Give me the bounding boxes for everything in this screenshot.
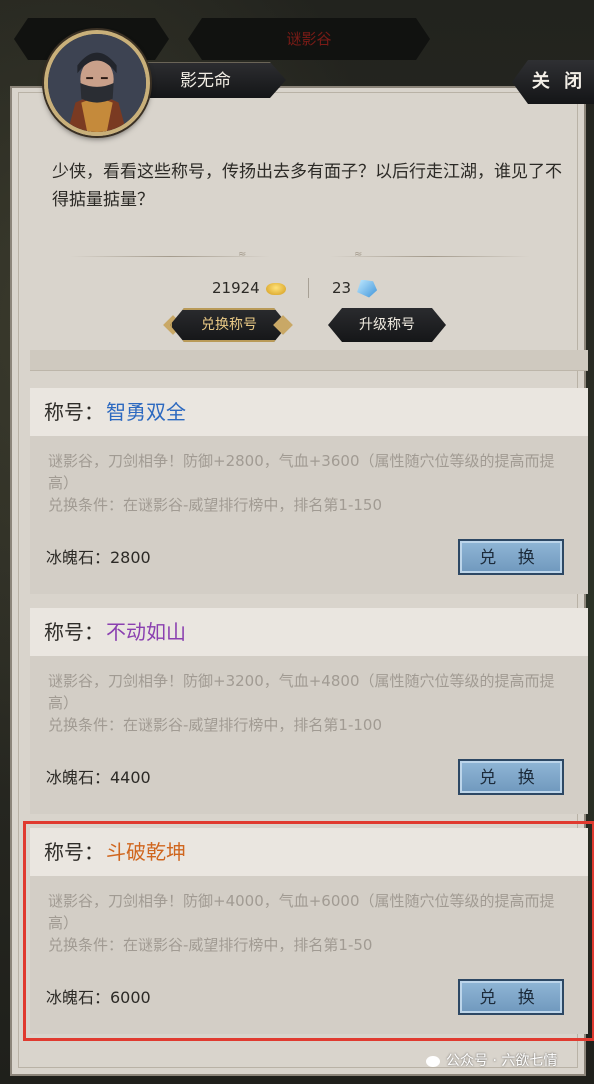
title-prefix: 称号：: [44, 400, 104, 424]
npc-dialog-text: 少侠，看看这些称号，传扬出去多有面子？以后行走江湖，谁见了不得掂量掂量？: [52, 162, 562, 210]
title-effect: 谜影谷，刀剑相争！防御+2800，气血+3600（属性随穴位等级的提高而提高）: [48, 452, 555, 492]
exchange-button[interactable]: 兑 换: [458, 539, 564, 575]
card-description: 谜影谷，刀剑相争！防御+3200，气血+4800（属性随穴位等级的提高而提高） …: [30, 656, 588, 736]
card-header: 称号： 智勇双全: [30, 388, 588, 436]
speaker-name: 影无命: [138, 62, 286, 98]
tab-upgrade-title[interactable]: 升级称号: [328, 308, 446, 342]
title-name: 智勇双全: [106, 400, 186, 424]
card-header: 称号： 斗破乾坤: [30, 828, 588, 876]
card-header: 称号： 不动如山: [30, 608, 588, 656]
exchange-button[interactable]: 兑 换: [458, 979, 564, 1015]
top-tab-location: 谜影谷: [188, 18, 430, 60]
title-cost: 冰魄石：2800: [46, 548, 151, 567]
ice-amount: 23: [332, 279, 352, 297]
title-card-highlighted: 称号： 斗破乾坤 谜影谷，刀剑相争！防御+4000，气血+6000（属性随穴位等级…: [23, 821, 594, 1041]
title-card: 称号： 智勇双全 谜影谷，刀剑相争！防御+2800，气血+3600（属性随穴位等级…: [30, 388, 588, 594]
ice-balance: 23: [332, 276, 378, 300]
watermark: 公众号 · 六欲七情: [426, 1050, 557, 1070]
gold-ingot-icon: [265, 282, 286, 295]
currency-separator: [308, 278, 309, 298]
card-description: 谜影谷，刀剑相争！防御+2800，气血+3600（属性随穴位等级的提高而提高） …: [30, 436, 588, 516]
masked-hero-portrait-icon: [48, 34, 146, 132]
title-card: 称号： 不动如山 谜影谷，刀剑相争！防御+3200，气血+4800（属性随穴位等级…: [30, 608, 588, 814]
wechat-icon: [426, 1055, 440, 1067]
tab-exchange-title[interactable]: 兑换称号: [170, 308, 288, 342]
gold-amount: 21924: [212, 279, 260, 297]
close-button[interactable]: 关 闭: [512, 60, 594, 104]
title-cost: 冰魄石：6000: [46, 988, 151, 1007]
title-condition: 兑换条件：在谜影谷-威望排行榜中，排名第1-100: [48, 716, 383, 734]
gold-balance: 21924: [212, 276, 286, 300]
divider-ornament: ≈: [354, 249, 363, 260]
title-name: 不动如山: [106, 620, 186, 644]
divider-ornament: ≈: [238, 249, 247, 260]
title-cost: 冰魄石：4400: [46, 768, 151, 787]
exchange-button[interactable]: 兑 换: [458, 759, 564, 795]
list-scroll-edge: [30, 350, 588, 371]
card-description: 谜影谷，刀剑相争！防御+4000，气血+6000（属性随穴位等级的提高而提高） …: [30, 876, 588, 956]
title-condition: 兑换条件：在谜影谷-威望排行榜中，排名第1-150: [48, 496, 383, 514]
title-prefix: 称号：: [44, 620, 104, 644]
watermark-text: 公众号 · 六欲七情: [446, 1053, 558, 1069]
title-effect: 谜影谷，刀剑相争！防御+4000，气血+6000（属性随穴位等级的提高而提高）: [48, 892, 555, 932]
ice-crystal-icon: [357, 279, 378, 298]
speaker-avatar: [44, 30, 150, 136]
title-prefix: 称号：: [44, 840, 104, 864]
title-condition: 兑换条件：在谜影谷-威望排行榜中，排名第1-50: [48, 936, 373, 954]
title-name: 斗破乾坤: [106, 840, 186, 864]
title-list[interactable]: 称号： 智勇双全 谜影谷，刀剑相争！防御+2800，气血+3600（属性随穴位等级…: [23, 350, 594, 1050]
title-effect: 谜影谷，刀剑相争！防御+3200，气血+4800（属性随穴位等级的提高而提高）: [48, 672, 555, 712]
